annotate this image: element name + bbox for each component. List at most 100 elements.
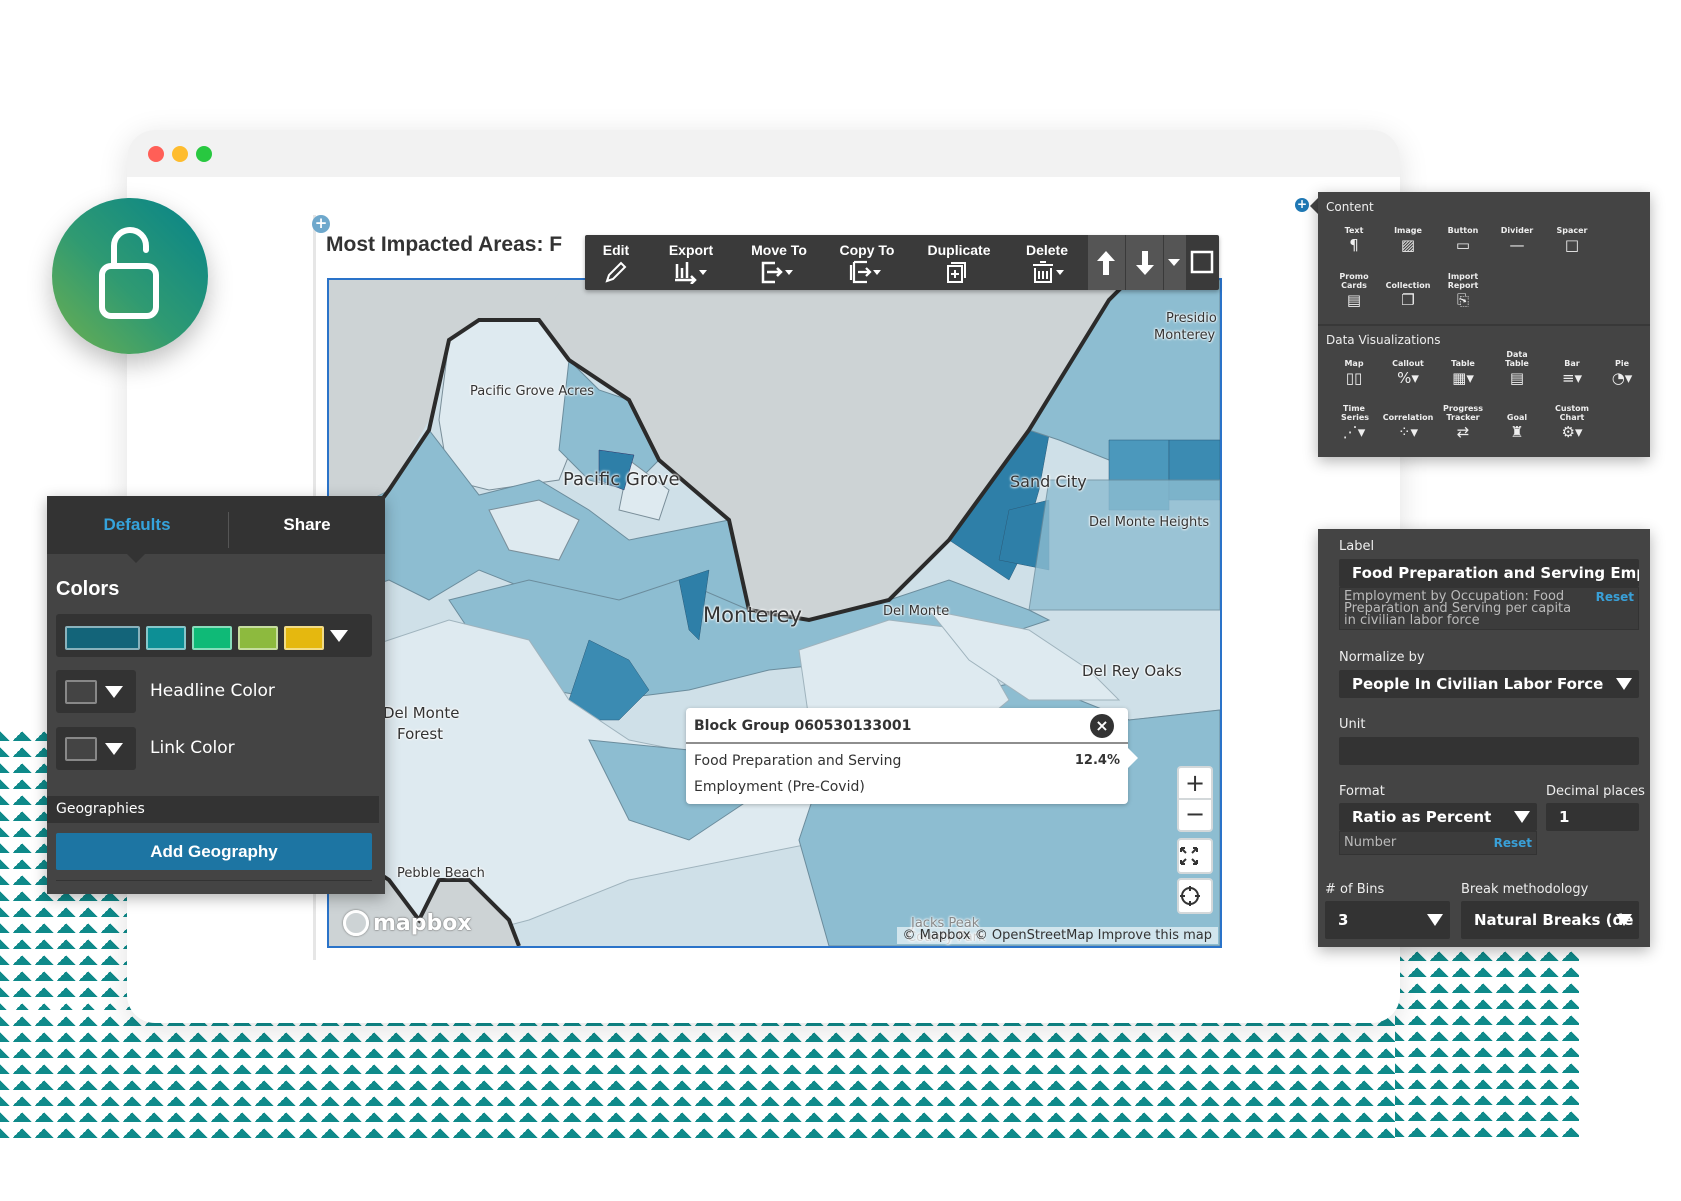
content-item-spacer[interactable]: Spacer □ bbox=[1544, 226, 1600, 253]
map-label-del-monte-forest: Del Monte bbox=[383, 704, 460, 722]
arrow-up-icon bbox=[1097, 251, 1115, 275]
dataviz-item-callout[interactable]: Callout %▾ bbox=[1380, 359, 1436, 386]
duplicate-icon bbox=[947, 262, 966, 283]
zigzag-pattern-right bbox=[1395, 945, 1579, 1138]
zoom-window-button[interactable] bbox=[196, 146, 212, 162]
move-to-button[interactable]: Move To bbox=[735, 235, 823, 290]
map-icon: ▯▯ bbox=[1345, 369, 1363, 387]
section-toolbar: Edit Export Move To Copy To Duplicate De… bbox=[585, 235, 1219, 290]
import-report-icon: ⎘ bbox=[1456, 291, 1469, 309]
dataviz-item-custom-chart[interactable]: Custom Chart ⚙▾ bbox=[1544, 404, 1600, 440]
more-options-button[interactable] bbox=[1163, 235, 1186, 290]
zigzag-pattern-bottom bbox=[0, 1010, 1579, 1138]
decimal-places-input[interactable]: 1 bbox=[1546, 803, 1639, 831]
normalize-select[interactable]: People In Civilian Labor Force bbox=[1339, 670, 1639, 698]
dataviz-item-progress-tracker[interactable]: Progress Tracker ⇄ bbox=[1435, 404, 1491, 440]
map-label-pebble-beach: Pebble Beach bbox=[397, 866, 485, 881]
active-tab-pointer bbox=[127, 554, 145, 563]
content-section-title: Content bbox=[1326, 200, 1374, 214]
map-label-del-monte: Del Monte bbox=[883, 604, 950, 619]
unlock-icon bbox=[99, 227, 159, 319]
spacer-icon: □ bbox=[1564, 236, 1580, 254]
link-color-picker[interactable] bbox=[56, 727, 136, 770]
label-input[interactable]: Food Preparation and Serving Empl bbox=[1339, 559, 1639, 587]
popup-metric-name-2: Employment (Pre-Covid) bbox=[694, 779, 865, 795]
dataviz-item-table[interactable]: Table ▦▾ bbox=[1435, 359, 1491, 386]
table-icon: ▦▾ bbox=[1452, 369, 1474, 387]
normalize-title: Normalize by bbox=[1339, 650, 1425, 665]
label-reset-link[interactable]: Reset bbox=[1596, 591, 1634, 603]
pie-chart-icon: ◔▾ bbox=[1611, 369, 1633, 387]
dataviz-item-goal[interactable]: Goal ♜ bbox=[1489, 413, 1545, 440]
content-item-promo-cards[interactable]: Promo Cards ▤ bbox=[1326, 272, 1382, 308]
promo-cards-icon: ▤ bbox=[1346, 291, 1362, 309]
mapbox-logo[interactable]: mapbox bbox=[343, 910, 472, 936]
content-item-collection[interactable]: Collection ❐ bbox=[1380, 281, 1436, 308]
chevron-down-icon bbox=[1616, 678, 1632, 690]
unit-input[interactable] bbox=[1339, 737, 1639, 765]
popup-close-button[interactable]: × bbox=[1090, 714, 1114, 738]
headline-color-picker[interactable] bbox=[56, 670, 136, 713]
popup-metric-name: Food Preparation and Serving bbox=[694, 753, 902, 769]
dataviz-item-bar[interactable]: Bar ≡▾ bbox=[1544, 359, 1600, 386]
add-content-button[interactable]: + bbox=[1295, 198, 1309, 212]
export-button[interactable]: Export bbox=[647, 235, 735, 290]
delete-button[interactable]: Delete bbox=[1007, 235, 1087, 290]
progress-tracker-icon: ⇄ bbox=[1456, 423, 1470, 441]
bins-select[interactable]: 3 bbox=[1325, 901, 1450, 939]
content-panel-pointer bbox=[1310, 198, 1318, 214]
move-down-button[interactable] bbox=[1125, 235, 1164, 290]
label-default-text: Employment by Occupation: Food Preparati… bbox=[1344, 589, 1572, 628]
content-item-divider[interactable]: Divider — bbox=[1489, 226, 1545, 253]
add-section-button[interactable]: + bbox=[312, 215, 330, 233]
chevron-down-icon bbox=[105, 686, 123, 698]
square-icon bbox=[1190, 250, 1214, 274]
map-label-pacific-grove: Pacific Grove bbox=[563, 469, 680, 490]
format-reset-link[interactable]: Reset bbox=[1494, 837, 1532, 849]
duplicate-button[interactable]: Duplicate bbox=[911, 235, 1007, 290]
move-to-label: Move To bbox=[751, 242, 807, 258]
content-item-image[interactable]: Image ▨ bbox=[1380, 226, 1436, 253]
move-up-button[interactable] bbox=[1087, 235, 1125, 290]
chevron-down-icon bbox=[1616, 914, 1632, 926]
dataviz-item-correlation[interactable]: Correlation ⁘▾ bbox=[1380, 413, 1436, 440]
collection-icon: ❐ bbox=[1401, 291, 1415, 309]
callout-icon: %▾ bbox=[1397, 369, 1419, 387]
dataviz-item-data-table[interactable]: Data Table ▤ bbox=[1489, 350, 1545, 386]
dataviz-item-time-series[interactable]: Time Series ⋰▾ bbox=[1326, 404, 1382, 440]
zoom-out-button[interactable]: − bbox=[1177, 798, 1213, 832]
minimize-window-button[interactable] bbox=[172, 146, 188, 162]
tab-defaults[interactable]: Defaults bbox=[47, 496, 227, 554]
content-item-button[interactable]: Button ▭ bbox=[1435, 226, 1491, 253]
palette-select[interactable] bbox=[56, 614, 372, 657]
palette-swatch bbox=[238, 626, 278, 650]
format-select[interactable]: Ratio as Percent bbox=[1339, 803, 1537, 831]
content-item-text[interactable]: Text ¶ bbox=[1326, 226, 1382, 253]
tab-share[interactable]: Share bbox=[229, 496, 385, 554]
bins-title: # of Bins bbox=[1325, 882, 1385, 897]
close-window-button[interactable] bbox=[148, 146, 164, 162]
copy-to-button[interactable]: Copy To bbox=[823, 235, 911, 290]
map-label-del-monte-forest-2: Forest bbox=[397, 725, 444, 743]
break-methodology-select[interactable]: Natural Breaks (de bbox=[1461, 901, 1639, 939]
zoom-in-button[interactable]: + bbox=[1177, 766, 1213, 798]
time-series-icon: ⋰▾ bbox=[1342, 423, 1366, 441]
map-attribution[interactable]: © Mapbox © OpenStreetMap Improve this ma… bbox=[896, 927, 1218, 944]
add-geography-button[interactable]: Add Geography bbox=[56, 833, 372, 870]
image-icon: ▨ bbox=[1400, 236, 1416, 254]
trophy-icon: ♜ bbox=[1510, 423, 1524, 441]
window-titlebar bbox=[127, 130, 1400, 177]
geographies-title: Geographies bbox=[56, 801, 145, 817]
content-item-import-report[interactable]: Import Report ⎘ bbox=[1435, 272, 1491, 308]
unit-title: Unit bbox=[1339, 717, 1366, 732]
arrow-down-icon bbox=[1136, 251, 1154, 275]
edit-button[interactable]: Edit bbox=[585, 235, 647, 290]
dataviz-item-map[interactable]: Map ▯▯ bbox=[1326, 359, 1382, 386]
map-view[interactable]: Pacific Grove Acres Pacific Grove Monter… bbox=[327, 278, 1222, 948]
locate-button[interactable] bbox=[1177, 878, 1213, 914]
select-section-button[interactable] bbox=[1185, 235, 1219, 290]
delete-label: Delete bbox=[1025, 242, 1069, 258]
map-label-del-monte-heights: Del Monte Heights bbox=[1089, 515, 1210, 530]
fullscreen-button[interactable] bbox=[1177, 838, 1213, 874]
dataviz-item-pie[interactable]: Pie ◔▾ bbox=[1594, 359, 1650, 386]
